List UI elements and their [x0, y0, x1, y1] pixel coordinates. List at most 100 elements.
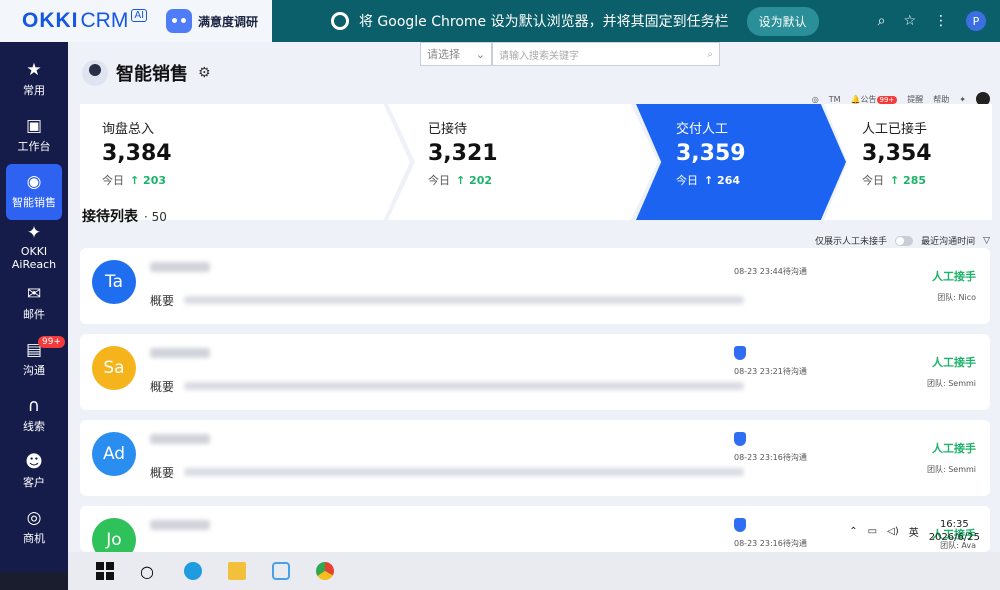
search-icon[interactable]: ○	[140, 562, 158, 581]
gear-icon[interactable]: ⚙	[198, 65, 211, 81]
people-icon: ☻	[25, 452, 43, 472]
more-menu-icon[interactable]: ⋮	[934, 13, 948, 29]
sidebar-item-label: 线索	[23, 420, 45, 433]
sort-select[interactable]: 最近沟通时间	[921, 234, 975, 247]
list-item[interactable]: Ta 概要 08-23 23:44待沟通 人工接手 团队: Nico	[80, 248, 990, 324]
sidebar-item-chat[interactable]: ▤ 99+ 沟通	[0, 332, 68, 388]
target-icon: ◎	[26, 508, 42, 528]
summary-label: 概要	[150, 466, 175, 480]
manual-takeover-button[interactable]: 人工接手	[932, 268, 976, 284]
windows-taskbar: ○	[68, 552, 1000, 590]
last-contact-time: 08-23 23:21待沟通	[734, 367, 807, 376]
sidebar-item-label: 工作台	[17, 140, 51, 153]
funnel-stage-taken-over[interactable]: 人工已接手 3,354 今日 ↑ 285	[824, 104, 992, 220]
search-scope-select[interactable]: 请选择 ⌄	[420, 42, 492, 66]
today-label: 今日	[862, 174, 884, 187]
funnel-stage-total[interactable]: 询盘总入 3,384 今日 ↑ 203	[80, 104, 410, 220]
manual-takeover-button[interactable]: 人工接手	[932, 440, 976, 456]
network-icon[interactable]: ▭	[868, 526, 877, 537]
stage-value: 3,384	[102, 141, 172, 166]
contact-name-redacted	[150, 434, 210, 444]
folder-icon[interactable]	[228, 562, 246, 580]
funnel-stage-received[interactable]: 已接待 3,321 今日 ↑ 202	[388, 104, 658, 220]
browser-tools: ⌕ ☆ ⋮ P	[878, 11, 1000, 31]
sidebar-item-customers[interactable]: ☻ 客户	[0, 444, 68, 500]
sidebar-item-label: 沟通	[23, 364, 45, 377]
sidebar-item-favorites[interactable]: ★ 常用	[0, 52, 68, 108]
search-input[interactable]: 请输入搜索关键字 ⌕	[492, 42, 720, 66]
today-label: 今日	[428, 174, 450, 187]
inquiry-funnel: 询盘总入 3,384 今日 ↑ 203 已接待 3,321 今日 ↑ 202 交付人…	[80, 104, 992, 220]
chrome-icon	[330, 12, 349, 30]
manual-takeover-button[interactable]: 人工接手	[932, 354, 976, 370]
stage-today: 今日 ↑ 264	[676, 172, 846, 188]
chrome-default-banner: 将 Google Chrome 设为默认浏览器，并将其固定到任务栏 设为默认	[272, 6, 878, 36]
contact-name-redacted	[150, 262, 210, 272]
filter-icon[interactable]: ▽	[983, 236, 990, 246]
notice-button[interactable]: 🔔公告 99+	[851, 94, 898, 105]
sidebar-item-opportunities[interactable]: ◎ 商机	[0, 500, 68, 556]
brand-ai-badge: AI	[131, 8, 148, 22]
edge-icon[interactable]	[184, 562, 202, 580]
brand-okki: OKKI	[22, 9, 79, 32]
top-bar: OKKI CRM AI 满意度调研 将 Google Chrome 设为默认浏览…	[0, 0, 1000, 42]
only-manual-label: 仅展示人工未接手	[815, 237, 888, 247]
system-tray: ⌃ ▭ ◁) 英 16:35 2026/6/25	[849, 518, 980, 544]
profile-avatar[interactable]: P	[966, 11, 986, 31]
taskbar-clock[interactable]: 16:35 2026/6/25	[929, 518, 980, 544]
today-delta: ↑ 285	[890, 174, 927, 187]
list-filters: 仅展示人工未接手 最近沟通时间 ▽	[815, 234, 990, 247]
stage-label: 询盘总入	[102, 122, 155, 137]
volume-icon[interactable]: ◁)	[887, 526, 899, 537]
last-contact-time: 08-23 23:16待沟通	[734, 453, 807, 462]
star-icon: ★	[26, 60, 42, 80]
sales-agent-avatar	[82, 60, 108, 86]
windows-start-icon[interactable]	[96, 562, 114, 580]
team-label: 团队: Nico	[937, 293, 976, 302]
main-panel: 智能销售 ⚙ 请选择 ⌄ 请输入搜索关键字 ⌕ ◎ TM 🔔公告 99+ 提醒 帮…	[68, 42, 1000, 552]
brand-crm: CRM	[80, 9, 129, 32]
remind-button[interactable]: 提醒	[907, 94, 923, 105]
survey-button[interactable]: 满意度调研	[162, 0, 273, 42]
sidebar-item-mail[interactable]: ✉ 邮件	[0, 276, 68, 332]
sidebar-item-workbench[interactable]: ▣ 工作台	[0, 108, 68, 164]
stage-today: 今日 ↑ 202	[428, 172, 658, 188]
zoom-icon[interactable]: ⌕	[878, 13, 886, 29]
robot-icon	[166, 9, 192, 33]
contact-avatar: Jo	[92, 518, 136, 552]
stage-today: 今日 ↑ 203	[102, 172, 410, 188]
desk-icon: ▣	[25, 116, 43, 136]
only-manual-toggle[interactable]	[895, 235, 914, 246]
sidebar-item-leads[interactable]: ∩ 线索	[0, 388, 68, 444]
mail-icon: ✉	[26, 284, 42, 304]
sidebar-item-aireach[interactable]: ✦ OKKI AiReach	[0, 220, 68, 276]
contact-name-redacted	[150, 520, 210, 530]
select-placeholder: 请选择	[427, 48, 460, 61]
sidebar-item-label: 常用	[23, 84, 45, 97]
funnel-stage-handoff[interactable]: 交付人工 3,359 今日 ↑ 264	[636, 104, 846, 220]
contact-avatar: Ta	[92, 260, 136, 304]
bookmark-star-icon[interactable]: ☆	[903, 13, 916, 29]
shield-icon	[734, 346, 746, 360]
ime-indicator[interactable]: 英	[909, 524, 919, 539]
app-icon[interactable]	[272, 562, 290, 580]
stage-value: 3,354	[862, 141, 932, 166]
list-item[interactable]: Ad 概要 08-23 23:16待沟通 人工接手 团队: Semmi	[80, 420, 990, 496]
stage-label: 人工已接手	[862, 122, 928, 137]
stage-value: 3,321	[428, 141, 498, 166]
location-icon[interactable]: ◎	[812, 95, 819, 104]
today-label: 今日	[102, 174, 124, 187]
okki-crm-logo[interactable]: OKKI CRM AI	[0, 0, 162, 42]
clock-date: 2026/6/25	[928, 532, 980, 543]
chat-unread-badge: 99+	[38, 336, 65, 348]
tm-button[interactable]: TM	[829, 95, 841, 104]
help-button[interactable]: 帮助	[933, 94, 949, 105]
list-item[interactable]: Sa 概要 08-23 23:21待沟通 人工接手 团队: Semmi	[80, 334, 990, 410]
chrome-icon[interactable]	[316, 562, 334, 580]
ai-assistant-icon[interactable]: ✦	[959, 95, 966, 104]
team-label: 团队: Semmi	[926, 379, 976, 388]
summary-redacted	[184, 468, 744, 476]
set-default-button[interactable]: 设为默认	[746, 6, 819, 36]
sidebar-item-smart-sales[interactable]: ◉ 智能销售	[6, 164, 62, 220]
chevron-up-icon[interactable]: ⌃	[849, 526, 857, 537]
